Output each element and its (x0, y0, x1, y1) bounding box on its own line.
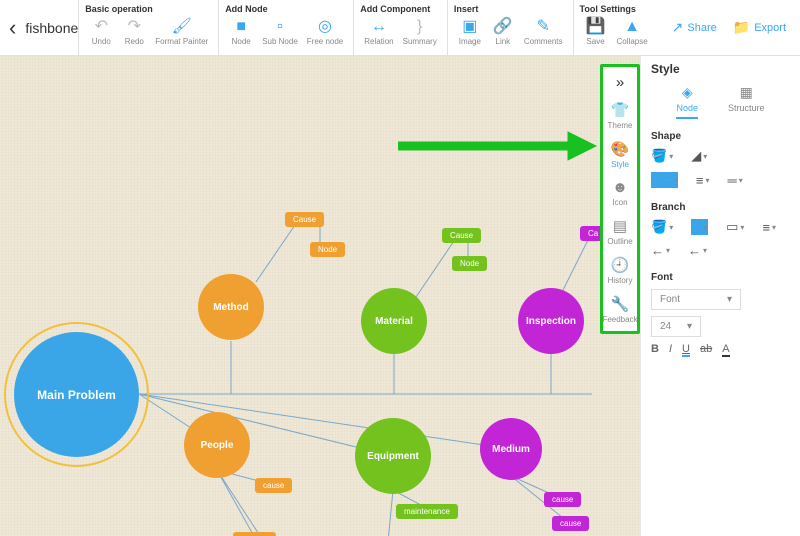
side-panel: » 👕Theme🎨Style☻Icon▤Outline🕘History🔧Feed… (600, 64, 640, 334)
branch-node[interactable]: Method (198, 274, 264, 340)
expand-icon[interactable]: » (603, 69, 637, 96)
node-button[interactable]: ■Node (225, 17, 257, 48)
branch-section-title: Branch (651, 202, 790, 213)
collapse-button[interactable]: ▲Collapse (613, 17, 652, 48)
group-title: Add Component (360, 4, 441, 14)
font-family-select[interactable]: Font▾ (651, 289, 741, 310)
structure-tab-icon: ▦ (740, 84, 753, 101)
side-feedback[interactable]: 🔧Feedback (602, 290, 637, 329)
tag-node[interactable]: Node (452, 256, 487, 271)
main-area: Main Problem Method Material Inspection Peop… (0, 56, 800, 536)
branch-node[interactable]: Material (361, 288, 427, 354)
comments-button[interactable]: ✎Comments (520, 17, 567, 48)
main-node[interactable]: Main Problem (14, 332, 139, 457)
outline-icon: ▤ (613, 217, 627, 235)
theme-icon: 👕 (611, 101, 630, 119)
tag-node[interactable]: cause (552, 516, 589, 531)
border-width[interactable]: ═▾ (728, 172, 743, 188)
image-button[interactable]: ▣Image (454, 17, 486, 48)
sub-node-button[interactable]: ▫Sub Node (258, 17, 302, 48)
comments-icon: ✎ (536, 19, 549, 35)
font-section-title: Font (651, 272, 790, 283)
summary-icon: } (417, 19, 422, 35)
group-title: Insert (454, 4, 567, 14)
feedback-icon: 🔧 (611, 295, 630, 313)
tag-node[interactable]: cause (544, 492, 581, 507)
tab-structure[interactable]: ▦Structure (728, 84, 765, 119)
node-icon: ■ (236, 19, 246, 35)
side-style[interactable]: 🎨Style (602, 135, 637, 174)
branch-end[interactable]: ←▾ (688, 243, 707, 258)
group-title: Tool Settings (580, 4, 652, 14)
node-tab-icon: ◈ (682, 84, 693, 101)
redo-icon: ↷ (128, 19, 141, 35)
relation-button[interactable]: ↔Relation (360, 17, 397, 48)
tag-node[interactable]: cause (255, 478, 292, 493)
collapse-icon: ▲ (624, 19, 640, 35)
border-style[interactable]: ≡▾ (696, 172, 710, 188)
format-painter-button[interactable]: 🖌Format Painter (151, 17, 212, 48)
icon-icon: ☻ (612, 179, 628, 196)
panel-title: Style (651, 62, 790, 76)
tag-node[interactable]: Node (310, 242, 345, 257)
top-toolbar: ‹ fishbone Basic operation ↶Undo↷Redo🖌For… (0, 0, 800, 56)
bold-button[interactable]: B (651, 343, 659, 357)
undo-icon: ↶ (95, 19, 108, 35)
history-icon: 🕘 (611, 256, 630, 274)
side-theme[interactable]: 👕Theme (602, 96, 637, 135)
branch-node[interactable]: People (184, 412, 250, 478)
branch-start[interactable]: ←▾ (651, 243, 670, 258)
branch-line[interactable]: ✎▾ (691, 219, 708, 235)
link-button[interactable]: 🔗Link (487, 17, 519, 48)
tag-node[interactable]: number (233, 532, 276, 536)
link-icon: 🔗 (493, 19, 513, 35)
branch-fill[interactable]: 🪣▾ (651, 219, 673, 235)
format-painter-icon: 🖌 (172, 19, 192, 35)
italic-button[interactable]: I (669, 343, 672, 357)
tag-node[interactable]: Cause (442, 228, 481, 243)
side-outline[interactable]: ▤Outline (602, 212, 637, 251)
annotation-arrow (398, 126, 598, 171)
export-button[interactable]: 📁Export (727, 15, 792, 40)
relation-icon: ↔ (371, 19, 387, 35)
branch-style[interactable]: ≡▾ (762, 219, 776, 235)
shadow[interactable]: ◢▾ (691, 148, 707, 164)
underline-button[interactable]: U (682, 343, 690, 357)
group-title: Add Node (225, 4, 347, 14)
branch-node[interactable]: Medium (480, 418, 542, 480)
undo-button[interactable]: ↶Undo (85, 17, 117, 48)
side-icon[interactable]: ☻Icon (602, 174, 637, 212)
strike-button[interactable]: ab (700, 343, 712, 357)
branch-shape[interactable]: ▭▾ (726, 219, 744, 235)
free-node-button[interactable]: ◎Free node (303, 17, 347, 48)
share-icon: ↗ (672, 19, 684, 36)
font-color-button[interactable]: A (722, 343, 729, 357)
tag-node[interactable]: Cause (285, 212, 324, 227)
save-icon: 💾 (586, 19, 606, 35)
back-button[interactable]: ‹ (0, 0, 25, 55)
free-node-icon: ◎ (318, 19, 332, 35)
style-icon: 🎨 (611, 140, 630, 158)
summary-button[interactable]: }Summary (399, 17, 441, 48)
branch-node[interactable]: Inspection (518, 288, 584, 354)
shape-section-title: Shape (651, 131, 790, 142)
tag-node[interactable]: maintenance (396, 504, 458, 519)
fill-color[interactable]: 🪣▾ (651, 148, 673, 164)
border-color[interactable]: ✎▾ (651, 172, 678, 188)
branch-node[interactable]: Equipment (355, 418, 431, 494)
canvas[interactable]: Main Problem Method Material Inspection Peop… (0, 56, 640, 536)
side-history[interactable]: 🕘History (602, 251, 637, 290)
doc-title: fishbone (25, 0, 78, 55)
tab-node[interactable]: ◈Node (676, 84, 698, 119)
save-button[interactable]: 💾Save (580, 17, 612, 48)
group-title: Basic operation (85, 4, 212, 14)
sub-node-icon: ▫ (277, 19, 283, 35)
font-size-select[interactable]: 24▾ (651, 316, 701, 337)
style-panel: Style ◈Node▦Structure Shape 🪣▾ ◢▾ ✎▾ ≡▾ … (640, 56, 800, 536)
image-icon: ▣ (462, 19, 477, 35)
share-button[interactable]: ↗Share (666, 15, 723, 40)
export-icon: 📁 (733, 19, 750, 36)
redo-button[interactable]: ↷Redo (118, 17, 150, 48)
